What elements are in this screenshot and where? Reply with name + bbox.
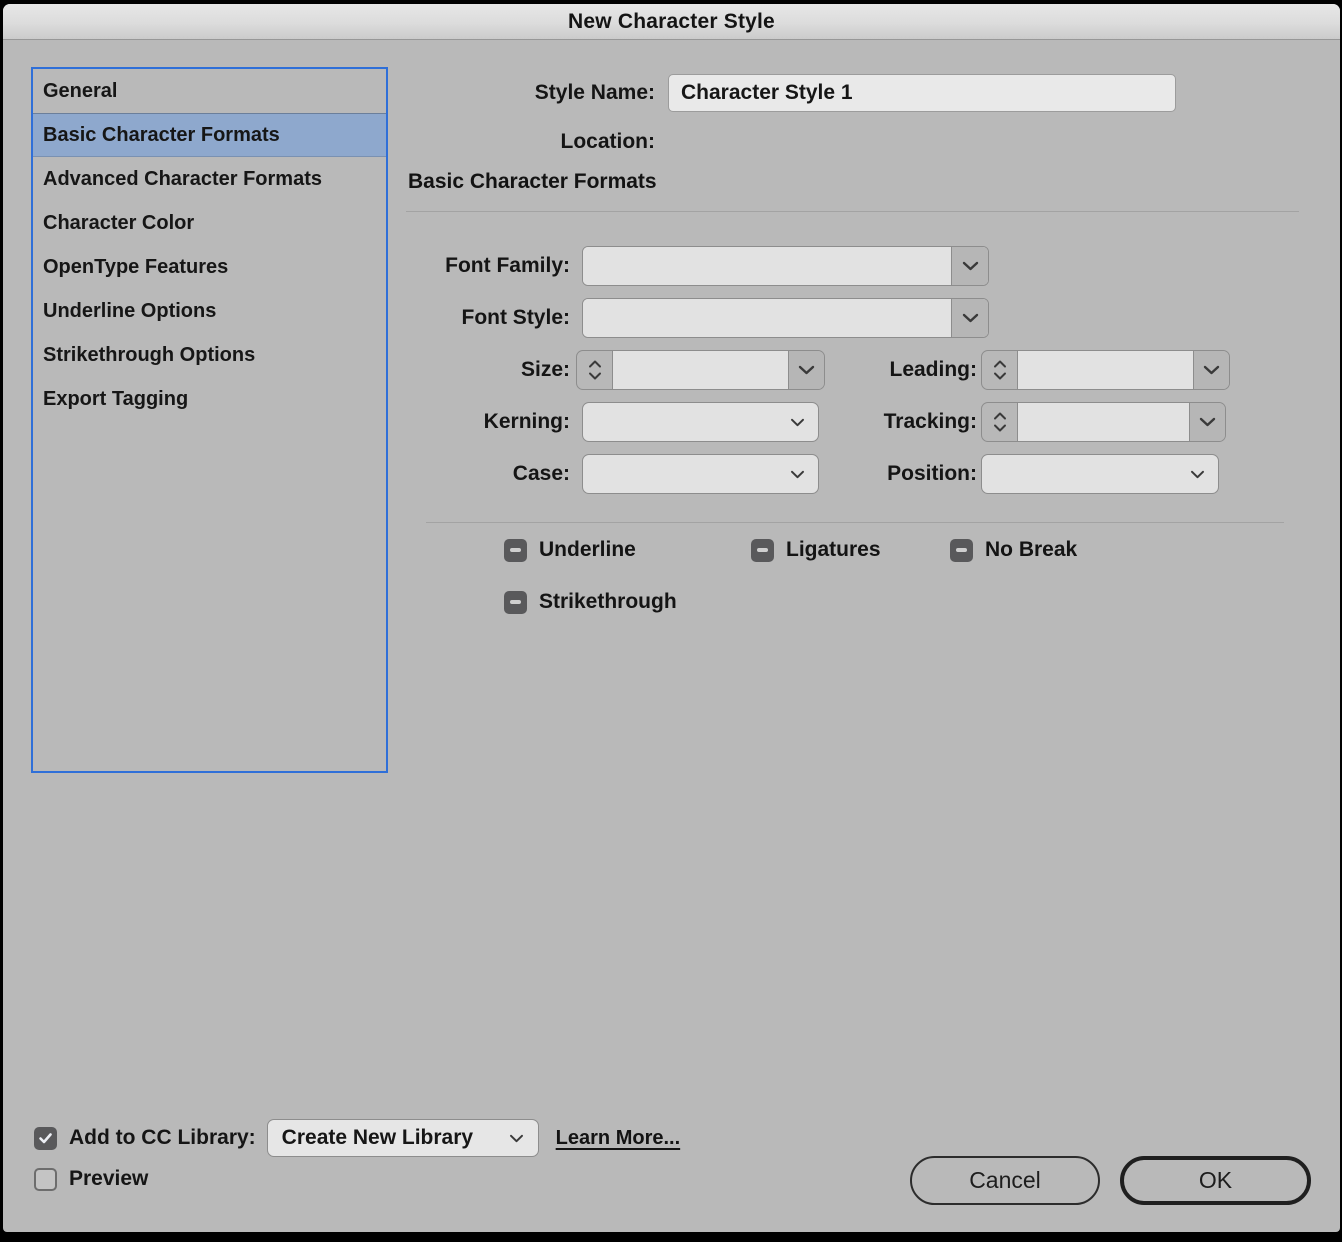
tracking-label: Tracking: (703, 402, 977, 442)
kerning-label: Kerning: (283, 402, 570, 442)
ligatures-checkbox-label: Ligatures (786, 538, 881, 562)
sidebar-item-advanced-character-formats[interactable]: Advanced Character Formats (33, 157, 386, 201)
font-style-combobox[interactable] (582, 298, 989, 338)
chevron-up-icon (993, 360, 1007, 368)
checkmark-icon (38, 1132, 53, 1145)
strikethrough-checkbox-field[interactable]: Strikethrough (504, 590, 677, 614)
font-style-dropdown-button[interactable] (951, 299, 988, 337)
indeterminate-dash-icon (510, 600, 521, 604)
ligatures-checkbox-field[interactable]: Ligatures (751, 538, 881, 562)
chevron-up-icon (993, 412, 1007, 420)
preview-row[interactable]: Preview (34, 1158, 148, 1200)
leading-label: Leading: (703, 350, 977, 390)
indeterminate-dash-icon (956, 548, 967, 552)
underline-checkbox[interactable] (504, 539, 527, 562)
tracking-dropdown-button[interactable] (1190, 403, 1225, 441)
indeterminate-dash-icon (510, 548, 521, 552)
no-break-checkbox[interactable] (950, 539, 973, 562)
section-divider (406, 211, 1299, 212)
font-style-label: Font Style: (283, 298, 570, 338)
add-to-cc-library-checkbox[interactable] (34, 1127, 57, 1150)
add-to-cc-library-label: Add to CC Library: (69, 1126, 256, 1150)
ligatures-checkbox[interactable] (751, 539, 774, 562)
no-break-checkbox-field[interactable]: No Break (950, 538, 1077, 562)
preview-checkbox-label: Preview (69, 1167, 148, 1191)
chevron-down-icon (1190, 470, 1205, 479)
strikethrough-checkbox-label: Strikethrough (539, 590, 677, 614)
font-family-combobox[interactable] (582, 246, 989, 286)
style-name-input[interactable] (668, 74, 1176, 112)
sidebar-item-basic-character-formats[interactable]: Basic Character Formats (33, 113, 386, 157)
sidebar-item-character-color[interactable]: Character Color (33, 201, 386, 245)
cc-library-select[interactable]: Create New Library (267, 1119, 539, 1157)
strikethrough-checkbox[interactable] (504, 591, 527, 614)
underline-checkbox-label: Underline (539, 538, 636, 562)
tracking-combobox[interactable] (981, 402, 1226, 442)
chevron-down-icon (1199, 417, 1216, 427)
dialog-window: New Character Style General Basic Charac… (3, 4, 1340, 1232)
chevron-down-icon (993, 424, 1007, 432)
location-label: Location: (383, 124, 655, 160)
new-character-style-dialog: New Character Style General Basic Charac… (0, 0, 1342, 1242)
chevron-down-icon (509, 1134, 524, 1143)
no-break-checkbox-label: No Break (985, 538, 1077, 562)
options-divider (426, 522, 1284, 523)
chevron-down-icon (1203, 365, 1220, 375)
font-style-value (583, 299, 951, 337)
leading-value[interactable] (1017, 351, 1194, 389)
ok-button[interactable]: OK (1120, 1156, 1311, 1205)
position-dropdown[interactable] (981, 454, 1219, 494)
title-bar[interactable]: New Character Style (3, 4, 1340, 40)
section-title: Basic Character Formats (408, 170, 657, 194)
chevron-down-icon (588, 372, 602, 380)
cc-library-select-value: Create New Library (282, 1126, 509, 1150)
font-family-dropdown-button[interactable] (951, 247, 988, 285)
tracking-value[interactable] (1017, 403, 1190, 441)
size-label: Size: (283, 350, 570, 390)
underline-checkbox-field[interactable]: Underline (504, 538, 636, 562)
font-family-value (583, 247, 951, 285)
indeterminate-dash-icon (757, 548, 768, 552)
preview-checkbox[interactable] (34, 1168, 57, 1191)
sidebar-item-general[interactable]: General (33, 69, 386, 113)
chevron-down-icon (962, 313, 979, 323)
cancel-button[interactable]: Cancel (910, 1156, 1100, 1205)
size-stepper[interactable] (577, 351, 612, 389)
tracking-stepper[interactable] (982, 403, 1017, 441)
leading-combobox[interactable] (981, 350, 1230, 390)
add-to-cc-library-row: Add to CC Library: Create New Library Le… (34, 1116, 680, 1160)
chevron-down-icon (993, 372, 1007, 380)
position-label: Position: (703, 454, 977, 494)
chevron-down-icon (962, 261, 979, 271)
dialog-title: New Character Style (568, 10, 775, 34)
learn-more-link[interactable]: Learn More... (556, 1127, 680, 1150)
chevron-up-icon (588, 360, 602, 368)
style-name-label: Style Name: (383, 74, 655, 112)
leading-dropdown-button[interactable] (1194, 351, 1229, 389)
case-label: Case: (283, 454, 570, 494)
leading-stepper[interactable] (982, 351, 1017, 389)
font-family-label: Font Family: (283, 246, 570, 286)
